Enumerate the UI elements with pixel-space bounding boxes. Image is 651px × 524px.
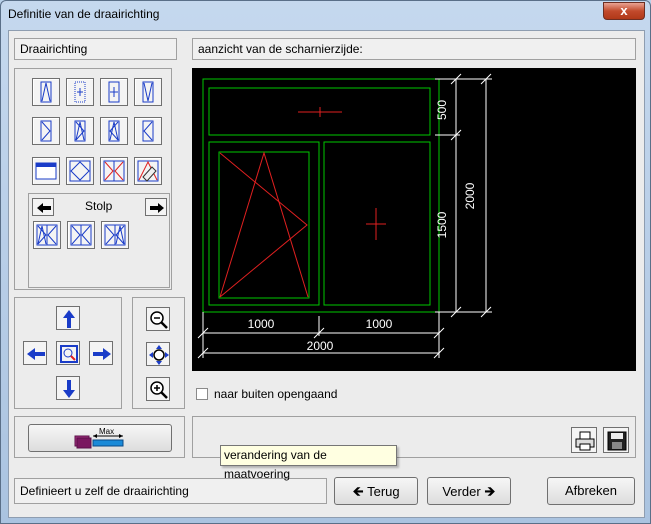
open-outward-checkbox[interactable] xyxy=(196,388,208,400)
arrow-down-icon xyxy=(63,380,75,398)
arrow-right-icon xyxy=(93,348,111,360)
arrow-right-icon xyxy=(150,203,164,213)
printer-icon xyxy=(575,431,595,451)
zoom-in-button[interactable] xyxy=(146,377,170,401)
stolp-middle-button[interactable] xyxy=(67,221,95,249)
turn-mark xyxy=(219,152,308,298)
pivot-button[interactable] xyxy=(66,157,94,185)
back-label: Terug xyxy=(367,484,400,499)
draairichting-header: Draairichting xyxy=(14,38,177,60)
print-button[interactable] xyxy=(571,427,597,453)
tooltip: verandering van de maatvoering xyxy=(220,445,397,481)
move-up-button[interactable] xyxy=(56,306,80,330)
tilt-turn-right-button[interactable] xyxy=(66,117,94,145)
fixed-cross-button[interactable] xyxy=(100,78,128,106)
window-combined-icon xyxy=(103,160,125,182)
window-transom-icon xyxy=(35,162,57,180)
window-drawing: 500 1500 2000 1000 1000 2000 xyxy=(197,73,492,359)
window-turn-left-icon xyxy=(142,120,154,142)
save-button[interactable] xyxy=(603,427,629,453)
floppy-disk-icon xyxy=(607,431,627,451)
turn-left-button[interactable] xyxy=(134,117,162,145)
title-bar: Definitie van de draairichting x xyxy=(1,1,650,29)
outer-frame xyxy=(202,78,440,313)
close-icon: x xyxy=(620,3,628,18)
dim-total-width: 2000 xyxy=(307,339,334,353)
dim-total-height: 2000 xyxy=(463,182,477,209)
window-tilt-turn-icon xyxy=(74,120,86,142)
stolp-right-button[interactable] xyxy=(101,221,129,249)
window-fixed-icon xyxy=(108,81,120,103)
fixed-dotted-button[interactable] xyxy=(66,78,94,106)
arrow-up-icon xyxy=(63,310,75,328)
turn-down-button[interactable] xyxy=(134,78,162,106)
tilt-mark xyxy=(219,151,309,298)
dim-top: 500 xyxy=(435,100,449,120)
next-button[interactable]: Verder 🡺 xyxy=(427,477,511,505)
arrow-left-icon: 🡸 xyxy=(352,483,364,499)
window-fixed-dotted-icon xyxy=(74,81,86,103)
move-right-button[interactable] xyxy=(89,341,113,365)
transom-button[interactable] xyxy=(32,157,60,185)
combined-red-button[interactable] xyxy=(100,157,128,185)
turn-left-vertical-button[interactable] xyxy=(32,78,60,106)
max-label: Max xyxy=(99,427,114,436)
next-label: Verder xyxy=(442,484,481,499)
window-title: Definitie van de draairichting xyxy=(8,7,160,21)
arrow-right-icon: 🡺 xyxy=(484,483,496,499)
stolp-next-button[interactable] xyxy=(145,198,167,216)
stolp-group: Stolp xyxy=(28,193,170,288)
drawing-canvas[interactable]: 500 1500 2000 1000 1000 2000 xyxy=(192,68,636,371)
stolp-right-icon xyxy=(104,224,126,246)
zoom-panel xyxy=(132,297,185,409)
dim-bottom-left: 1000 xyxy=(248,317,275,331)
stolp-double-icon xyxy=(36,224,58,246)
measure-panel: Max xyxy=(14,416,185,458)
stolp-label: Stolp xyxy=(85,199,113,213)
zoom-in-icon xyxy=(150,381,168,399)
view-header: aanzicht van de scharnierzijde: xyxy=(192,38,636,60)
move-panel xyxy=(14,297,122,409)
stolp-prev-button[interactable] xyxy=(32,198,54,216)
arrow-left-icon xyxy=(27,348,45,360)
move-left-button[interactable] xyxy=(23,341,47,365)
window-turn-right-icon xyxy=(40,120,52,142)
window-turn-down-icon xyxy=(142,81,154,103)
dim-mid: 1500 xyxy=(435,211,449,238)
window-turn-icon xyxy=(40,81,52,103)
stolp-left-button[interactable] xyxy=(33,221,61,249)
back-button[interactable]: 🡸 Terug xyxy=(334,477,418,505)
move-down-button[interactable] xyxy=(56,376,80,400)
zoom-out-icon xyxy=(150,311,168,329)
close-button[interactable]: x xyxy=(603,2,645,20)
tilt-turn-left-button[interactable] xyxy=(100,117,128,145)
eraser-button[interactable] xyxy=(134,157,162,185)
zoom-extents-icon xyxy=(149,345,169,365)
rotation-panel: Stolp xyxy=(14,68,172,290)
eraser-icon xyxy=(137,160,159,182)
cancel-button[interactable]: Afbreken xyxy=(547,477,635,505)
arrow-left-icon xyxy=(37,203,51,213)
center-button[interactable] xyxy=(56,341,80,365)
turn-right-button[interactable] xyxy=(32,117,60,145)
measure-button[interactable]: Max xyxy=(28,424,172,452)
window-tilt-turn-left-icon xyxy=(108,120,120,142)
measure-icon: Max xyxy=(74,427,124,449)
open-outward-label: naar buiten opengaand xyxy=(214,387,338,401)
window-pivot-icon xyxy=(69,160,91,182)
dim-bottom-right: 1000 xyxy=(366,317,393,331)
zoom-out-button[interactable] xyxy=(146,307,170,331)
zoom-extents-button[interactable] xyxy=(146,342,170,366)
stolp-mid-icon xyxy=(70,224,92,246)
zoom-fit-icon xyxy=(60,345,78,363)
